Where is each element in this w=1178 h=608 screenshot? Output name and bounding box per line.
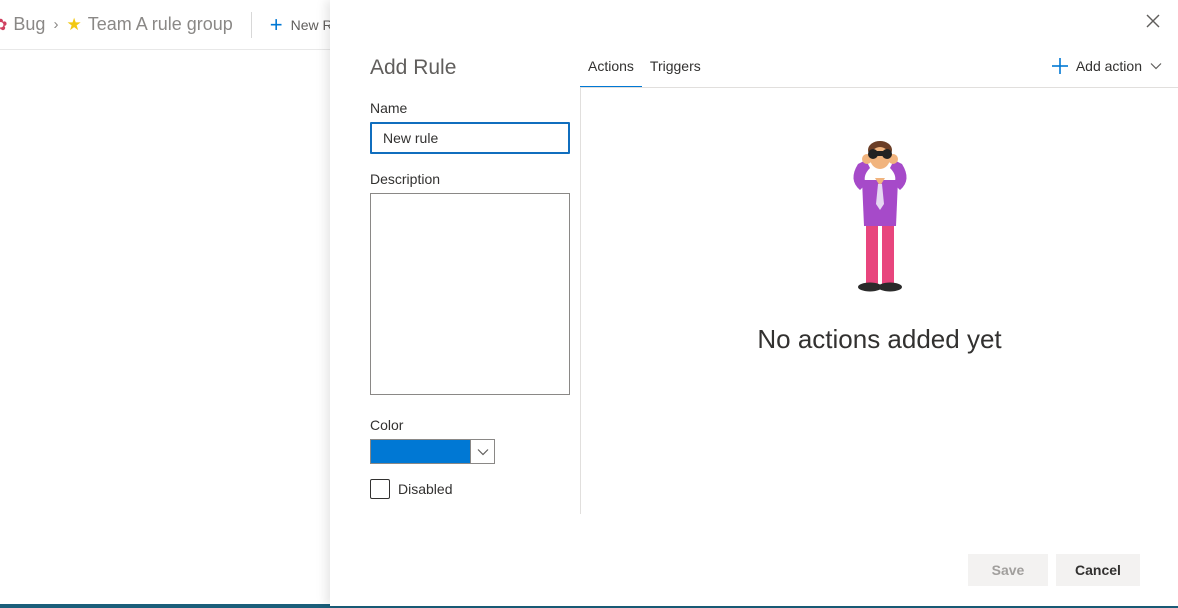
empty-state-message: No actions added yet — [757, 324, 1002, 354]
disabled-checkbox-row[interactable]: Disabled — [370, 479, 570, 499]
cancel-button[interactable]: Cancel — [1056, 554, 1140, 586]
chevron-down-icon — [1150, 63, 1162, 70]
divider — [250, 11, 252, 38]
description-textarea[interactable] — [370, 193, 570, 395]
plus-icon — [1051, 58, 1068, 74]
bug-icon: ✿ — [0, 15, 7, 35]
chevron-down-icon — [477, 448, 488, 455]
color-dropdown-button[interactable] — [470, 440, 494, 463]
tab-triggers[interactable]: Triggers — [642, 52, 709, 88]
breadcrumb-item-bug[interactable]: Bug — [13, 14, 45, 35]
add-action-button[interactable]: Add action — [1051, 57, 1162, 75]
color-swatch[interactable] — [371, 440, 470, 463]
chevron-right-icon: › — [53, 16, 59, 33]
person-with-binoculars-illustration — [852, 141, 907, 292]
plus-icon: + — [269, 11, 283, 37]
add-rule-panel: Add Rule Actions Triggers Add action Nam… — [330, 0, 1178, 606]
tab-bar: Actions Triggers — [580, 52, 709, 88]
description-label: Description — [370, 171, 441, 187]
empty-state: No actions added yet — [581, 120, 1178, 355]
save-button[interactable]: Save — [968, 554, 1048, 586]
disabled-checkbox[interactable] — [370, 479, 390, 499]
color-label: Color — [370, 417, 404, 433]
tab-actions[interactable]: Actions — [580, 52, 642, 88]
name-input[interactable] — [370, 122, 570, 154]
close-icon — [1146, 14, 1160, 28]
panel-title: Add Rule — [370, 56, 457, 79]
name-label: Name — [370, 100, 408, 116]
breadcrumb-item-rule-group[interactable]: Team A rule group — [88, 14, 233, 35]
disabled-label: Disabled — [398, 481, 453, 497]
color-picker[interactable] — [370, 439, 495, 464]
tab-divider — [580, 87, 1178, 88]
new-rule-button[interactable]: New R — [291, 17, 333, 33]
background-breadcrumb-bar: ✿ Bug › ★ Team A rule group + New R — [0, 0, 340, 50]
rule-form: Name Description Color Disabled — [370, 100, 570, 499]
close-button[interactable] — [1142, 10, 1164, 32]
add-action-label: Add action — [1075, 58, 1142, 74]
star-icon: ★ — [66, 14, 82, 34]
